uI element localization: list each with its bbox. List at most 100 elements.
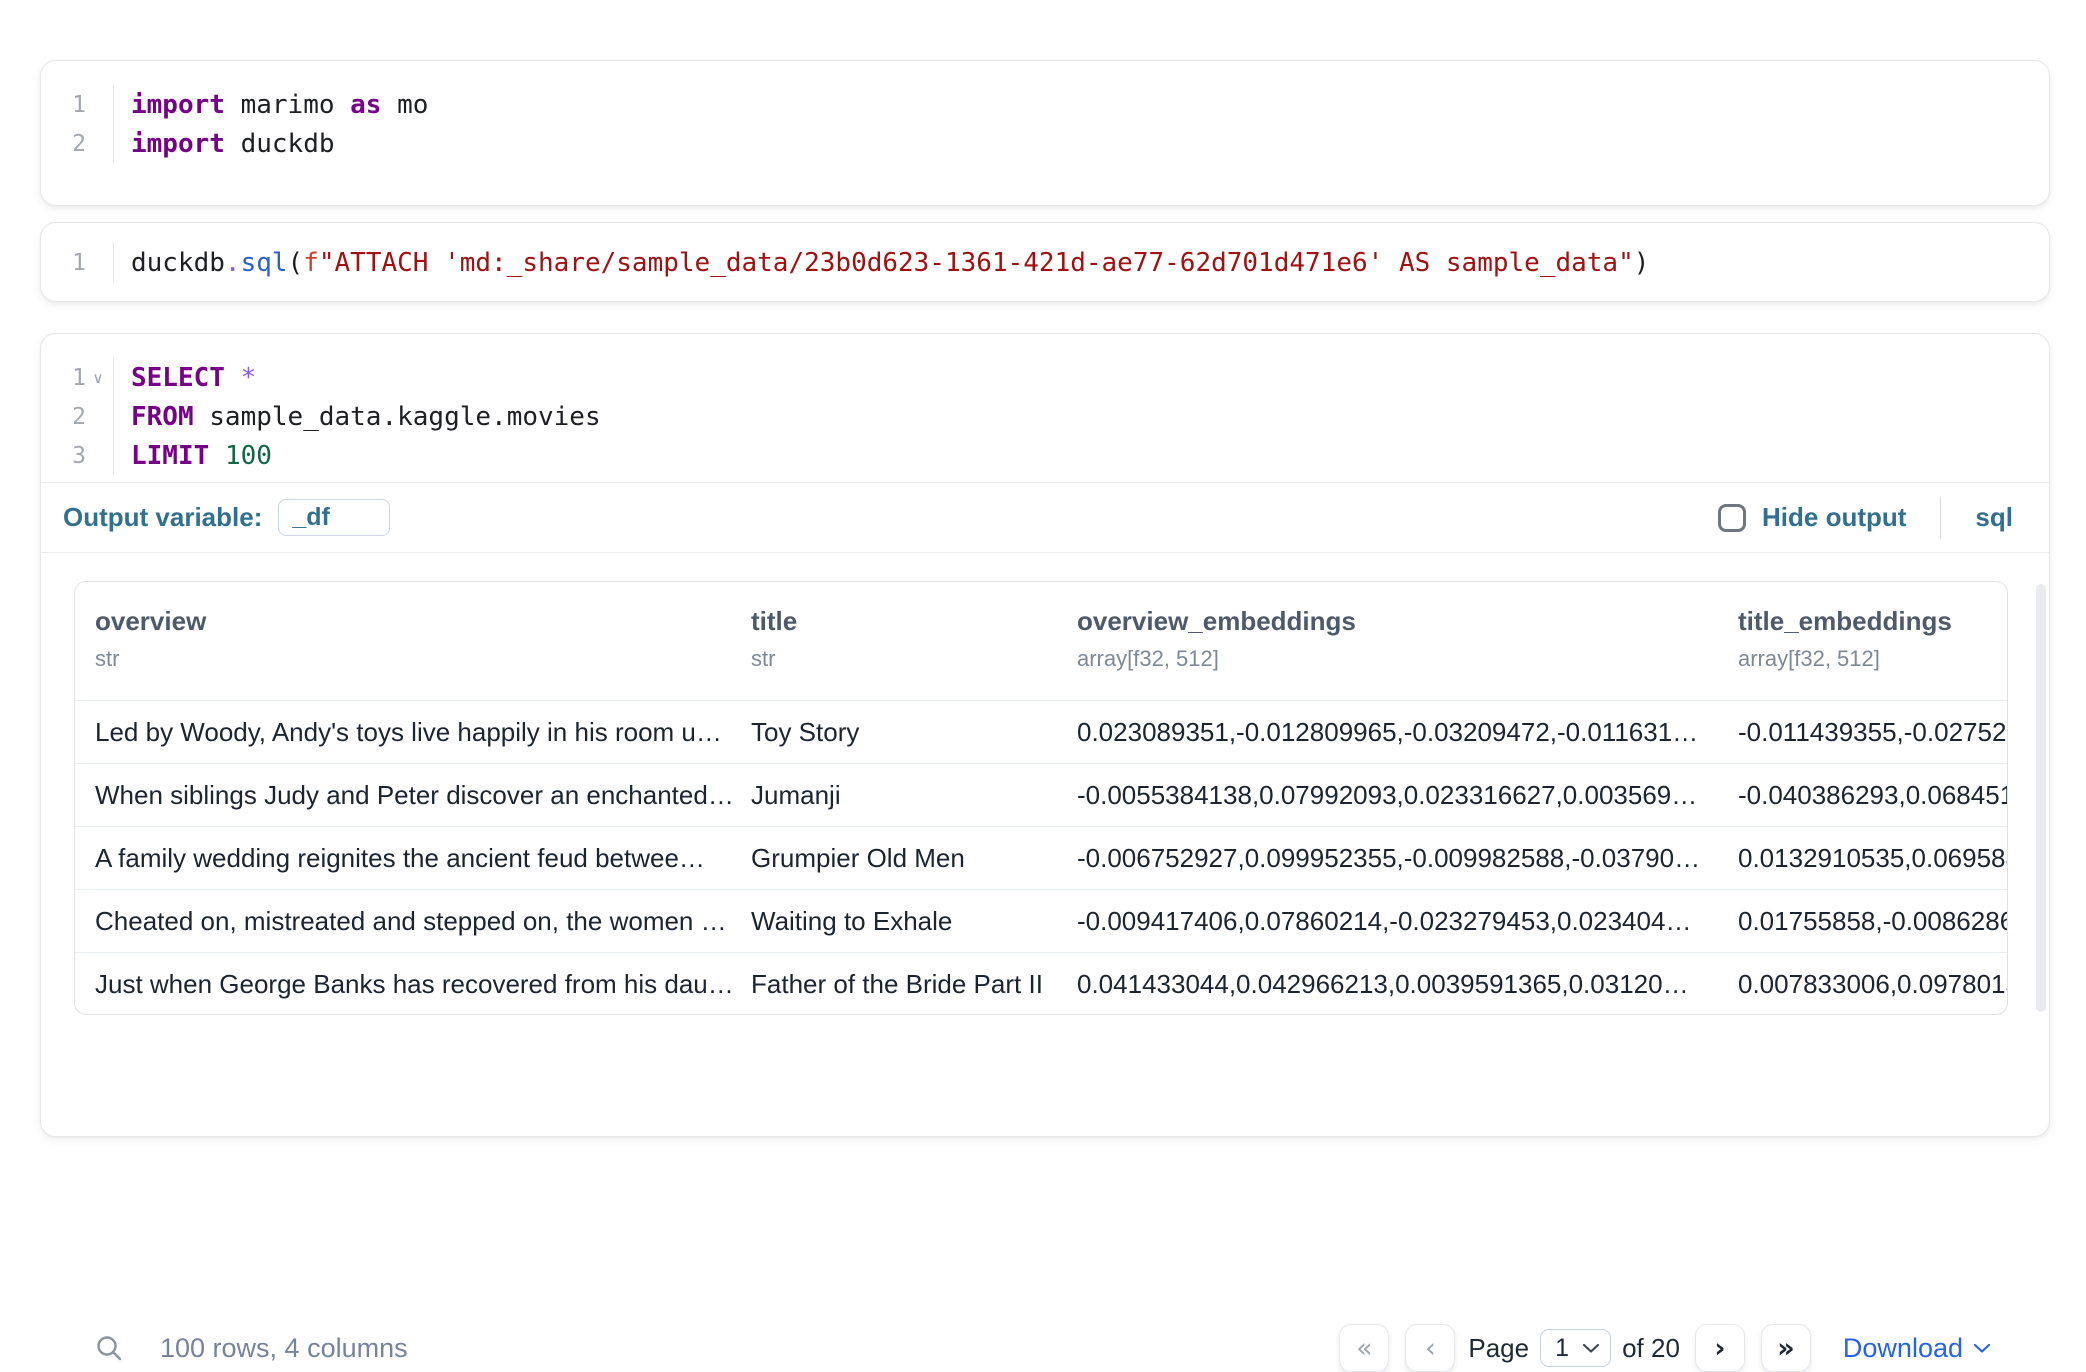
prev-page-button[interactable]: ‹ bbox=[1405, 1324, 1455, 1372]
code-line[interactable]: SELECT * bbox=[114, 358, 2049, 397]
column-name: overview bbox=[95, 606, 717, 637]
fold-chevron-icon[interactable]: ∨ bbox=[89, 369, 107, 387]
column-type: array[f32, 512] bbox=[1077, 646, 1704, 672]
divider bbox=[1940, 497, 1941, 539]
download-label: Download bbox=[1843, 1333, 1963, 1364]
search-icon bbox=[94, 1333, 124, 1363]
code-token: marimo bbox=[225, 90, 350, 120]
line-number: 2 bbox=[56, 131, 86, 157]
code-editor: 1 2 import marimo as mo import duckdb bbox=[41, 61, 2049, 163]
table-scrollbar[interactable] bbox=[2036, 584, 2046, 1012]
cell-title-embeddings: 0.007833006,0.09780135 bbox=[1718, 969, 2007, 1000]
code-token: duckdb bbox=[225, 129, 335, 159]
cell-overview: Led by Woody, Andy's toys live happily i… bbox=[75, 717, 731, 748]
table-row[interactable]: When siblings Judy and Peter discover an… bbox=[75, 763, 2007, 826]
output-variable-value: _df bbox=[292, 503, 330, 532]
column-name: title_embeddings bbox=[1738, 606, 1993, 637]
column-type: str bbox=[95, 646, 717, 672]
number-token: 100 bbox=[225, 441, 272, 471]
column-header-overview[interactable]: overview str bbox=[75, 582, 731, 700]
language-badge-sql[interactable]: sql bbox=[1975, 502, 2013, 533]
column-header-overview-embeddings[interactable]: overview_embeddings array[f32, 512] bbox=[1057, 582, 1718, 700]
search-button[interactable] bbox=[94, 1333, 124, 1363]
page-number-select[interactable]: 1 bbox=[1540, 1329, 1611, 1367]
line-number: 1 bbox=[56, 92, 86, 118]
code-line[interactable]: import duckdb bbox=[114, 124, 2049, 163]
row-count-summary: 100 rows, 4 columns bbox=[160, 1333, 408, 1364]
keyword-token: SELECT bbox=[131, 363, 225, 393]
line-number-gutter: 1 2 bbox=[41, 85, 114, 163]
table-row[interactable]: Cheated on, mistreated and stepped on, t… bbox=[75, 889, 2007, 952]
code-token bbox=[209, 441, 225, 471]
cell-overview-embeddings: -0.0055384138,0.07992093,0.023316627,0.0… bbox=[1057, 780, 1718, 811]
marimo-notebook: { "colors": { "keyword": "#770088", "str… bbox=[0, 0, 2086, 1192]
first-page-icon: « bbox=[1356, 1333, 1373, 1364]
page-total-label: of 20 bbox=[1622, 1333, 1680, 1364]
cell-overview: Just when George Banks has recovered fro… bbox=[75, 969, 731, 1000]
output-variable-label: Output variable: bbox=[63, 502, 262, 533]
hide-output-checkbox[interactable] bbox=[1718, 504, 1746, 532]
code-cell-imports: 1 2 import marimo as mo import duckdb bbox=[40, 60, 2050, 206]
next-page-button[interactable]: › bbox=[1695, 1324, 1745, 1372]
table-row[interactable]: Led by Woody, Andy's toys live happily i… bbox=[75, 700, 2007, 763]
cell-title-embeddings: 0.01755858,-0.00862866 bbox=[1718, 906, 2007, 937]
cell-title: Toy Story bbox=[731, 717, 1057, 748]
code-token bbox=[225, 363, 241, 393]
chevron-down-icon bbox=[1973, 1342, 1991, 1354]
string-token: "ATTACH 'md:_share/sample_data/23b0d623-… bbox=[319, 248, 1634, 278]
line-number: 1 bbox=[56, 250, 86, 276]
function-token: sql bbox=[241, 248, 288, 278]
cell-overview-embeddings: -0.009417406,0.07860214,-0.023279453,0.0… bbox=[1057, 906, 1718, 937]
first-page-button[interactable]: « bbox=[1339, 1324, 1389, 1372]
last-page-button[interactable]: » bbox=[1761, 1324, 1811, 1372]
keyword-token: import bbox=[131, 129, 225, 159]
code-line[interactable]: LIMIT 100 bbox=[114, 436, 2049, 475]
code-line[interactable]: import marimo as mo bbox=[114, 85, 2049, 124]
hide-output-label: Hide output bbox=[1762, 502, 1906, 533]
pagination-controls: « ‹ Page 1 of 20 › » Download bbox=[1339, 1324, 1991, 1372]
next-page-icon: › bbox=[1714, 1333, 1725, 1364]
code-cell-attach: 1 duckdb.sql(f"ATTACH 'md:_share/sample_… bbox=[40, 222, 2050, 302]
result-table: overview str title str overview_embeddin… bbox=[74, 581, 2008, 1015]
column-name: overview_embeddings bbox=[1077, 606, 1704, 637]
cell-title-embeddings: -0.040386293,0.06845112 bbox=[1718, 780, 2007, 811]
line-number: 2 bbox=[56, 404, 86, 430]
code-token: ) bbox=[1634, 248, 1650, 278]
code-editor: 1∨ 2 3 SELECT * FROM sample_data.kaggle.… bbox=[41, 334, 2049, 475]
cell-title: Jumanji bbox=[731, 780, 1057, 811]
code-token: mo bbox=[381, 90, 428, 120]
cell-overview-embeddings: -0.006752927,0.099952355,-0.009982588,-0… bbox=[1057, 843, 1718, 874]
table-row[interactable]: A family wedding reignites the ancient f… bbox=[75, 826, 2007, 889]
column-header-title[interactable]: title str bbox=[731, 582, 1057, 700]
code-token: sample_data.kaggle.movies bbox=[194, 402, 601, 432]
line-number-gutter: 1 bbox=[41, 243, 114, 282]
keyword-token: as bbox=[350, 90, 381, 120]
download-button[interactable]: Download bbox=[1843, 1333, 1991, 1364]
cell-title: Grumpier Old Men bbox=[731, 843, 1057, 874]
output-variable-input[interactable]: _df bbox=[278, 499, 390, 536]
line-number: 3 bbox=[56, 443, 86, 469]
column-type: array[f32, 512] bbox=[1738, 646, 1993, 672]
page-number-value: 1 bbox=[1555, 1334, 1582, 1363]
code-line[interactable]: FROM sample_data.kaggle.movies bbox=[114, 397, 2049, 436]
chevron-down-icon bbox=[1582, 1342, 1600, 1354]
cell-title-embeddings: 0.0132910535,0.0695883 bbox=[1718, 843, 2007, 874]
line-number: 1 bbox=[56, 365, 86, 391]
keyword-token: FROM bbox=[131, 402, 194, 432]
keyword-token: import bbox=[131, 90, 225, 120]
table-row[interactable]: Just when George Banks has recovered fro… bbox=[75, 952, 2007, 1015]
cell-title-embeddings: -0.011439355,-0.02752583 bbox=[1718, 717, 2007, 748]
code-token: duckdb bbox=[131, 248, 225, 278]
code-line[interactable]: duckdb.sql(f"ATTACH 'md:_share/sample_da… bbox=[114, 243, 2049, 282]
column-header-title-embeddings[interactable]: title_embeddings array[f32, 512] bbox=[1718, 582, 2007, 700]
cell-title: Father of the Bride Part II bbox=[731, 969, 1057, 1000]
page-label: Page bbox=[1468, 1333, 1529, 1364]
cell-overview: A family wedding reignites the ancient f… bbox=[75, 843, 731, 874]
output-variable-bar: Output variable: _df Hide output sql bbox=[41, 482, 2049, 553]
prev-page-icon: ‹ bbox=[1425, 1333, 1436, 1364]
cell-overview: Cheated on, mistreated and stepped on, t… bbox=[75, 906, 731, 937]
column-name: title bbox=[751, 606, 1043, 637]
line-number-gutter: 1∨ 2 3 bbox=[41, 358, 114, 475]
code-token: ( bbox=[288, 248, 304, 278]
cell-overview-embeddings: 0.041433044,0.042966213,0.0039591365,0.0… bbox=[1057, 969, 1718, 1000]
